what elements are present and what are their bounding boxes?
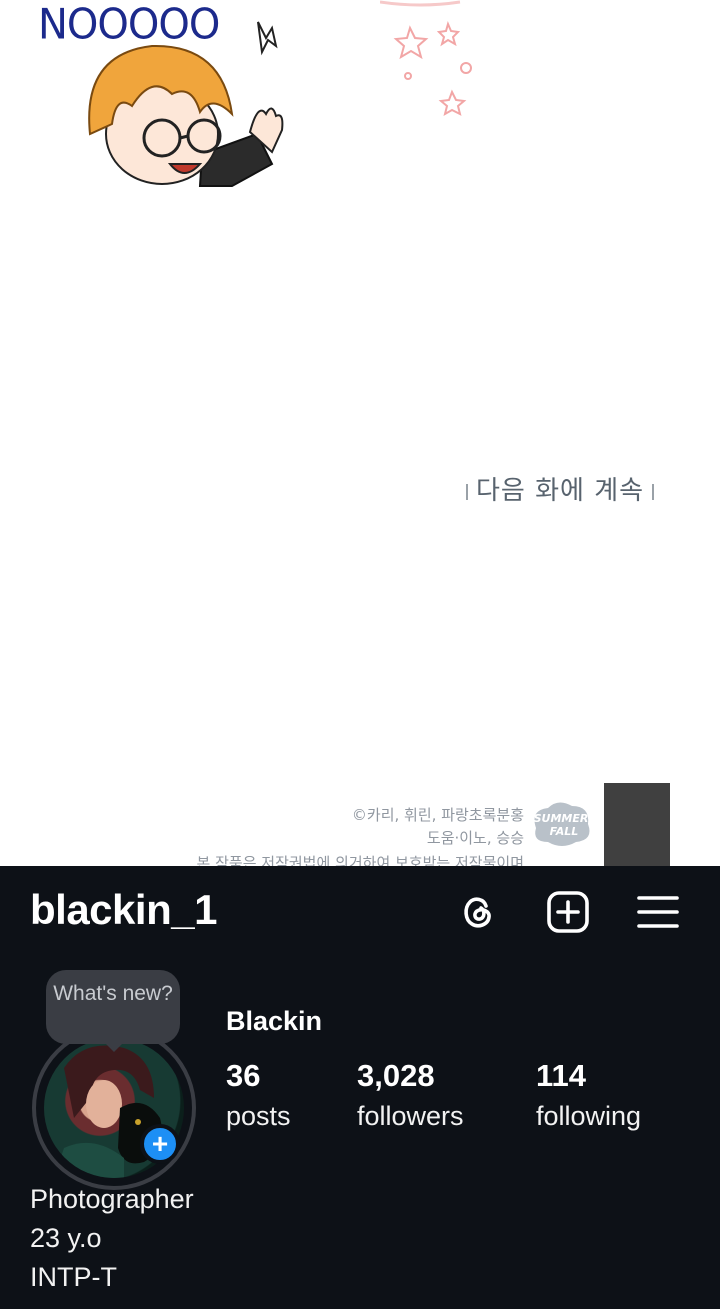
summer-fall-logo: SUMMER FALL: [534, 802, 590, 846]
to-be-continued-label: 다음 화에 계속: [458, 470, 662, 507]
notes-bubble-tail: [104, 1042, 124, 1052]
publisher-logo-block: [604, 783, 670, 866]
bio-line: 23 y.o: [30, 1223, 102, 1253]
chibi-character-illustration: [88, 21, 284, 187]
plus-icon: +: [151, 1128, 169, 1159]
credits-line: 도움·이노, 승승: [426, 829, 524, 847]
decorative-stars: [380, 0, 472, 117]
continue-text: 다음 화에 계속: [476, 476, 645, 506]
credits-line: ©카리, 휘린, 파랑초록분홍: [351, 806, 524, 824]
profile-display-name: Blackin: [226, 1006, 323, 1036]
stat-posts[interactable]: 36 posts: [226, 1058, 291, 1136]
stat-value: 114: [536, 1058, 587, 1093]
profile-username[interactable]: blackin_1: [30, 886, 217, 934]
divider: [652, 483, 655, 500]
credits-line: 본 작품은 저작권법에 의거하여 보호받는 저작물이며: [196, 854, 524, 866]
svg-text:FALL: FALL: [550, 825, 579, 838]
webtoon-panel: NOOOOO 다음 화에 계속 ©카리, 휘린, 파랑초록분홍 도움·이노, 승…: [0, 0, 720, 866]
bio-line: Photographer: [30, 1184, 194, 1214]
plus-square-icon[interactable]: [546, 890, 590, 934]
stat-value: 3,028: [357, 1058, 435, 1093]
stat-following[interactable]: 114 following: [536, 1058, 641, 1136]
profile-bio: Photographer 23 y.o INTP-T: [30, 1180, 194, 1297]
svg-text:SUMMER: SUMMER: [534, 812, 589, 825]
stat-followers[interactable]: 3,028 followers: [357, 1058, 464, 1136]
instagram-profile: blackin_1 What's new? + Blackin 36 posts…: [0, 866, 720, 1309]
threads-icon[interactable]: [456, 890, 500, 934]
add-story-button[interactable]: +: [140, 1124, 180, 1164]
divider: [466, 483, 468, 500]
stat-label: followers: [357, 1101, 464, 1131]
stat-label: posts: [226, 1101, 291, 1131]
notes-bubble[interactable]: What's new?: [46, 970, 180, 1044]
stat-label: following: [536, 1101, 642, 1131]
hamburger-menu-icon[interactable]: [636, 890, 680, 934]
bio-line: INTP-T: [30, 1262, 117, 1292]
stat-value: 36: [226, 1058, 261, 1093]
comic-credits: ©카리, 휘린, 파랑초록분홍 도움·이노, 승승 본 작품은 저작권법에 의거…: [197, 804, 524, 866]
